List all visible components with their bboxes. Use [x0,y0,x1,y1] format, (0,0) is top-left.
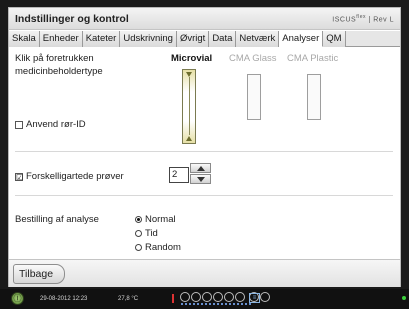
brand-logo: ISCUSflex | Rev L [332,14,394,24]
info-icon[interactable]: Ⓘ [11,292,24,305]
slot-ring-icon [224,292,234,302]
vial-type-label-line2: medicinbeholdertype [15,66,103,77]
settings-window: Indstillinger og kontrol ISCUSflex | Rev… [8,7,401,287]
slot-ring-icon [202,292,212,302]
vial-option-microvial-label[interactable]: Microvial [171,53,212,64]
slot-ring-icon [191,292,201,302]
microvial-icon[interactable] [182,69,196,144]
radio-off-icon[interactable] [135,230,142,237]
slot-ring-icon [213,292,223,302]
window-title: Indstillinger og kontrol [15,13,129,25]
tab-kateter[interactable]: Kateter [82,31,121,47]
tab-ovrigt[interactable]: Øvrigt [176,31,210,47]
analyser-panel: Klik på foretrukken medicinbeholdertype … [9,48,400,258]
slot-ring-icon [180,292,190,302]
radio-off-icon[interactable] [135,244,142,251]
tube-id-checkbox-box[interactable] [15,120,23,129]
status-datetime: 29-08-2012 12:23 [40,296,88,302]
vial-option-cma-plastic-label[interactable]: CMA Plastic [287,53,338,64]
order-tid-label: Tid [145,228,158,239]
order-random-radio[interactable]: Random [135,242,181,253]
tube-id-checkbox[interactable]: Anvend rør-ID [15,119,86,130]
order-analysis-label: Bestilling af analyse [15,214,99,225]
tab-analyser[interactable]: Analyser [279,31,324,47]
order-tid-radio[interactable]: Tid [135,228,158,239]
tab-netvaerk[interactable]: Netværk [236,31,280,47]
cma-plastic-vial-icon[interactable] [307,74,321,120]
stepper-up-button[interactable] [190,163,211,173]
footer-bar: Tilbage [9,259,400,287]
tab-bar: Skala Enheder Kateter Udskrivning Øvrigt… [9,31,400,47]
tab-data[interactable]: Data [209,31,237,47]
status-led-icon [402,296,406,300]
vial-bottom-marker-icon [186,136,192,141]
stepper-down-button[interactable] [190,174,211,184]
arrow-up-icon [197,166,205,171]
vial-option-cma-glass-label[interactable]: CMA Glass [229,53,277,64]
order-normal-label: Normal [145,214,176,225]
order-normal-radio[interactable]: Normal [135,214,176,225]
tab-skala[interactable]: Skala [9,31,40,47]
arrow-down-icon [197,177,205,182]
varied-samples-checkbox-box[interactable]: ☑ [15,172,23,181]
slot-ring-icon [260,292,270,302]
tab-udskrivning[interactable]: Udskrivning [120,31,177,47]
varied-samples-checkbox-label: Forskelligartede prøver [26,171,124,182]
back-button[interactable]: Tilbage [13,264,65,284]
tab-enheder[interactable]: Enheder [39,31,83,47]
cma-glass-vial-icon[interactable] [247,74,261,120]
section-divider-2 [15,195,393,196]
section-divider-1 [15,151,393,152]
tube-id-checkbox-label: Anvend rør-ID [26,119,86,130]
vial-stem-icon [189,77,190,135]
slot-ring-icon [235,292,245,302]
varied-samples-checkbox[interactable]: ☑ Forskelligartede prøver [15,171,124,182]
title-bar: Indstillinger og kontrol ISCUSflex | Rev… [9,8,400,30]
status-bar: Ⓘ 29-08-2012 12:23 27,8 °C ≡ [0,289,409,309]
order-random-label: Random [145,242,181,253]
vial-type-label-line1: Klik på foretrukken [15,53,94,64]
status-temperature: 27,8 °C [118,296,139,302]
sample-count-input[interactable]: 2 [169,167,189,183]
network-icon: ≡ [249,293,260,303]
slot-status-lights [181,303,251,305]
tab-qm[interactable]: QM [323,31,346,47]
radio-on-icon[interactable] [135,216,142,223]
thermometer-icon [172,294,174,303]
